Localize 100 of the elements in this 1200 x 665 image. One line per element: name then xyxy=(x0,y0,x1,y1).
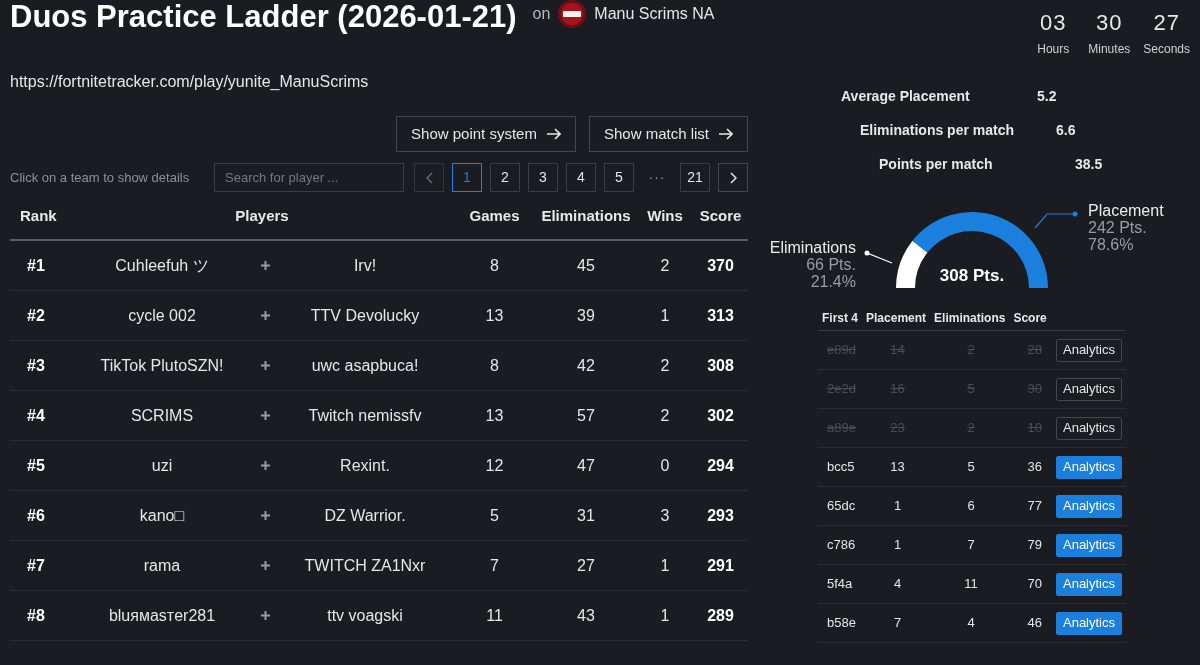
player-name: uzi xyxy=(151,455,173,476)
plus-icon xyxy=(260,461,270,470)
column-header[interactable]: Games xyxy=(469,205,520,228)
column-header[interactable]: First 4 xyxy=(822,308,858,327)
placement-cell-text: 7 xyxy=(893,614,902,633)
plus-icon xyxy=(260,261,270,270)
placement-cell-text: 4 xyxy=(893,575,902,594)
wins-cell-text: 2 xyxy=(660,255,670,276)
slice-points: 66 Pts. xyxy=(806,256,856,273)
plus-icon xyxy=(260,511,270,520)
eliminations-cell-text: 7 xyxy=(967,536,975,555)
score-cell-text: 79 xyxy=(1027,536,1042,555)
page-button[interactable]: 5 xyxy=(604,163,634,192)
chevron-left-icon xyxy=(425,171,433,184)
games-cell-text: 12 xyxy=(485,455,504,476)
eliminations-cell-text: 27 xyxy=(577,555,595,576)
wins-cell-text: 2 xyxy=(660,405,670,426)
match-id: bcc5 xyxy=(827,458,855,477)
stat-label: Eliminations per match xyxy=(860,121,1015,140)
player-name: uwc asapbuca! xyxy=(311,355,419,376)
action-button[interactable]: Show match list xyxy=(588,116,748,152)
placement-cell-text: 1 xyxy=(893,536,902,555)
host-prefix: on xyxy=(532,4,551,24)
gauge-total: 308 Pts. xyxy=(939,266,1005,285)
analytics-button[interactable]: Analytics xyxy=(1056,416,1122,440)
rank-cell-text: #3 xyxy=(27,355,45,376)
leader-line xyxy=(1034,211,1078,229)
analytics-button[interactable]: Analytics xyxy=(1056,455,1122,479)
analytics-button[interactable]: Analytics xyxy=(1056,611,1122,635)
analytics-button[interactable]: Analytics xyxy=(1056,338,1122,362)
page-button[interactable]: 2 xyxy=(490,163,520,192)
placement-cell-text: 1 xyxy=(893,497,902,516)
eliminations-cell-text: 5 xyxy=(967,458,975,477)
analytics-button[interactable]: Analytics xyxy=(1056,533,1122,557)
match-id: b58e xyxy=(827,614,856,633)
player-name: cycle 002 xyxy=(128,305,196,326)
column-header[interactable]: Rank xyxy=(20,205,57,228)
player-name: SCRIMS xyxy=(130,405,194,426)
player-name: Cuhleefuh ツ xyxy=(115,255,209,276)
arrow-right-icon xyxy=(546,128,561,140)
countdown-value: 30 xyxy=(1096,10,1123,36)
player-name: bluямasтer281 xyxy=(108,605,216,626)
rank-cell-text: #2 xyxy=(27,305,45,326)
player-name: TikTok PlutoSZN! xyxy=(100,355,224,376)
analytics-button[interactable]: Analytics xyxy=(1056,572,1122,596)
pagination-ellipsis: ··· xyxy=(647,168,667,187)
countdown-value: 03 xyxy=(1040,10,1067,36)
slice-label: Eliminations xyxy=(769,239,856,256)
page-button[interactable]: 4 xyxy=(566,163,596,192)
plus-icon xyxy=(260,561,270,570)
eliminations-cell-text: 42 xyxy=(577,355,595,376)
score-cell-text: 293 xyxy=(707,505,734,526)
hint-text: Click on a team to show details xyxy=(10,168,190,187)
countdown-unit: Seconds xyxy=(1143,42,1190,56)
score-cell-text: 302 xyxy=(707,405,734,426)
column-header[interactable]: Score xyxy=(699,205,742,228)
games-cell-text: 13 xyxy=(485,405,504,426)
score-cell-text: 77 xyxy=(1027,497,1042,516)
eliminations-cell-text: 31 xyxy=(577,505,595,526)
host-name[interactable]: Manu Scrims NA xyxy=(594,2,715,26)
games-cell-text: 7 xyxy=(490,555,499,576)
column-header[interactable]: Players xyxy=(235,205,289,228)
leader-line xyxy=(864,250,893,264)
rank-cell-text: #6 xyxy=(27,505,45,526)
action-button[interactable]: Show point system xyxy=(396,116,576,152)
wins-cell-text: 0 xyxy=(660,455,670,476)
page-button[interactable]: 3 xyxy=(528,163,558,192)
wins-cell-text: 3 xyxy=(660,505,670,526)
analytics-button[interactable]: Analytics xyxy=(1056,377,1122,401)
page-button[interactable]: 21 xyxy=(680,163,710,192)
score-cell-text: 308 xyxy=(707,355,734,376)
column-header[interactable]: Eliminations xyxy=(541,205,631,228)
match-id: c786 xyxy=(827,536,856,555)
score-cell-text: 46 xyxy=(1027,614,1042,633)
eliminations-cell-text: 4 xyxy=(967,614,975,633)
plus-icon xyxy=(260,411,270,420)
column-header[interactable]: Wins xyxy=(647,205,683,228)
wins-cell-text: 2 xyxy=(660,355,670,376)
chevron-right-icon xyxy=(729,171,737,184)
score-cell-text: 289 xyxy=(707,605,734,626)
stat-label: Points per match xyxy=(879,155,993,174)
search-field[interactable]: Search for player ... xyxy=(214,163,404,192)
player-name: DZ Warrior. xyxy=(324,505,406,526)
column-header[interactable]: Placement xyxy=(866,308,927,327)
player-name: kano□ xyxy=(139,505,185,526)
eliminations-cell-text: 43 xyxy=(577,605,595,626)
match-id: 65dc xyxy=(827,497,856,516)
eliminations-cell-text: 39 xyxy=(577,305,595,326)
page-button[interactable]: 1 xyxy=(452,163,482,192)
column-header[interactable]: Score xyxy=(1013,308,1047,327)
rank-cell-text: #1 xyxy=(27,255,45,276)
column-header[interactable]: Eliminations xyxy=(934,308,1006,327)
stat-value: 5.2 xyxy=(1037,87,1057,106)
eliminations-cell-text: 6 xyxy=(967,497,975,516)
analytics-button[interactable]: Analytics xyxy=(1056,494,1122,518)
countdown-unit: Hours xyxy=(1037,42,1070,56)
next-page-button[interactable] xyxy=(718,163,748,192)
slice-share: 21.4% xyxy=(810,273,856,290)
games-cell-text: 13 xyxy=(485,305,504,326)
rank-cell-text: #8 xyxy=(27,605,45,626)
